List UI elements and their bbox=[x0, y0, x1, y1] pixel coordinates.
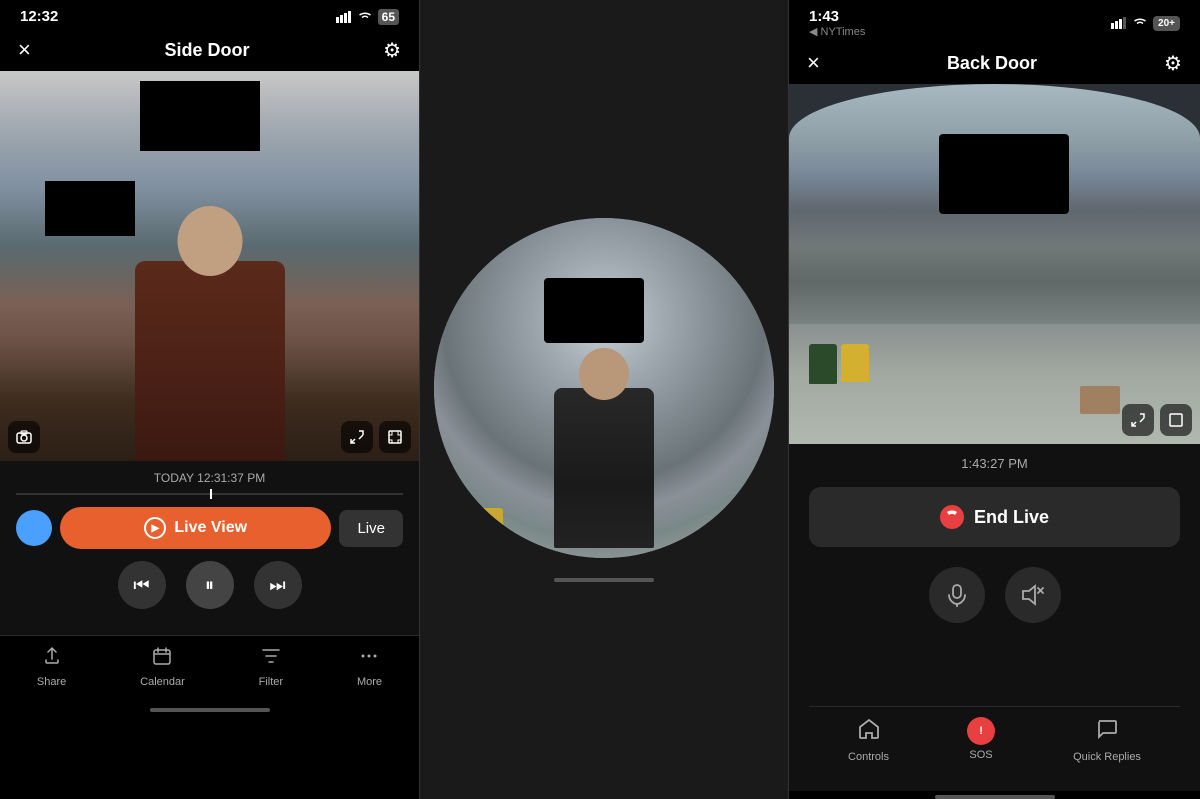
right-phone: 1:43 ◀ NYTimes 20+ × Back Door ⚙ bbox=[788, 0, 1200, 799]
overlay-right-btns bbox=[341, 421, 411, 453]
nav-controls[interactable]: Controls bbox=[848, 717, 889, 763]
fisheye-person bbox=[554, 388, 654, 548]
person-head bbox=[177, 206, 242, 276]
left-status-bar: 12:32 65 bbox=[0, 0, 419, 29]
fisheye-torso bbox=[554, 388, 654, 548]
left-time: 12:32 bbox=[20, 8, 58, 25]
right-nav-title: Back Door bbox=[947, 53, 1037, 74]
live-view-btn[interactable]: ▶ Live View bbox=[60, 507, 331, 549]
microphone-btn[interactable] bbox=[929, 567, 985, 623]
blue-indicator bbox=[16, 510, 52, 546]
end-live-label: End Live bbox=[974, 507, 1049, 528]
left-nav-title: Side Door bbox=[164, 40, 249, 61]
nav-quick-replies[interactable]: Quick Replies bbox=[1073, 717, 1141, 763]
right-expand-btn[interactable] bbox=[1122, 404, 1154, 436]
pause-btn[interactable]: ⏸ bbox=[186, 561, 234, 609]
right-status-left: 1:43 ◀ NYTimes bbox=[809, 8, 865, 38]
live-btn[interactable]: Live bbox=[339, 510, 403, 547]
chat-icon bbox=[1095, 717, 1119, 747]
right-settings-btn[interactable]: ⚙ bbox=[1164, 51, 1182, 76]
left-camera-view bbox=[0, 71, 419, 461]
privacy-box-2 bbox=[45, 181, 135, 236]
end-live-btn[interactable]: End Live bbox=[809, 487, 1180, 547]
sos-label: SOS bbox=[969, 749, 992, 761]
left-nav-bar: × Side Door ⚙ bbox=[0, 29, 419, 71]
right-timestamp: 1:43:27 PM bbox=[809, 456, 1180, 471]
fisheye-head bbox=[579, 348, 629, 400]
right-camera-view bbox=[789, 84, 1200, 444]
sos-icon: ! bbox=[967, 717, 995, 745]
nytimes-back: ◀ NYTimes bbox=[809, 25, 865, 38]
fisheye-bg bbox=[434, 218, 774, 558]
left-close-btn[interactable]: × bbox=[18, 37, 31, 63]
timestamp: TODAY 12:31:37 PM bbox=[16, 471, 403, 485]
fisheye-privacy-box bbox=[544, 278, 644, 343]
right-camera-bg bbox=[789, 84, 1200, 444]
camera-overlay bbox=[8, 421, 411, 453]
home-icon bbox=[857, 717, 881, 747]
speaker-btn[interactable] bbox=[1005, 567, 1061, 623]
prev-btn[interactable]: ⏮ bbox=[118, 561, 166, 609]
timeline-indicator bbox=[210, 489, 212, 499]
right-trash-cans bbox=[809, 344, 869, 384]
mic-controls bbox=[809, 567, 1180, 623]
right-bottom-nav: Controls ! SOS Quick Replies bbox=[809, 706, 1180, 779]
expand-btn[interactable] bbox=[341, 421, 373, 453]
right-close-btn[interactable]: × bbox=[807, 50, 820, 76]
signal-icon bbox=[336, 11, 352, 23]
calendar-icon bbox=[152, 646, 172, 672]
live-view-row: ▶ Live View Live bbox=[16, 507, 403, 549]
left-phone: 12:32 65 × Side Door ⚙ bbox=[0, 0, 420, 799]
playback-controls: ⏮ ⏸ ⏭ bbox=[16, 561, 403, 609]
left-settings-btn[interactable]: ⚙ bbox=[383, 38, 401, 63]
left-camera-bg bbox=[0, 71, 419, 461]
left-home-indicator bbox=[150, 708, 270, 712]
right-status-bar: 1:43 ◀ NYTimes 20+ bbox=[789, 0, 1200, 42]
right-wifi-icon bbox=[1132, 17, 1148, 29]
more-label: More bbox=[357, 676, 382, 688]
nav-filter[interactable]: Filter bbox=[259, 646, 283, 688]
right-home-indicator bbox=[935, 795, 1055, 799]
right-signal-icon bbox=[1111, 17, 1127, 29]
right-fullscreen-btn[interactable] bbox=[1160, 404, 1192, 436]
right-privacy-box-1 bbox=[939, 134, 1069, 214]
nav-sos[interactable]: ! SOS bbox=[967, 717, 995, 763]
play-circle-icon: ▶ bbox=[144, 517, 166, 539]
right-camera-overlay bbox=[1122, 404, 1192, 436]
right-status-icons: 20+ bbox=[1111, 16, 1180, 31]
right-battery: 20+ bbox=[1153, 16, 1180, 31]
left-bottom-nav: Share Calendar Filter bbox=[0, 635, 419, 704]
timeline-bar[interactable] bbox=[16, 493, 403, 495]
live-view-label: Live View bbox=[174, 519, 247, 537]
middle-home-indicator bbox=[554, 578, 654, 582]
privacy-box-1 bbox=[140, 81, 260, 151]
controls-label: Controls bbox=[848, 751, 889, 763]
live-label: Live bbox=[357, 520, 385, 537]
left-battery: 65 bbox=[378, 9, 399, 25]
wifi-icon bbox=[357, 11, 373, 23]
filter-label: Filter bbox=[259, 676, 283, 688]
left-bottom-controls: TODAY 12:31:37 PM ▶ Live View Live ⏮ ⏸ ⏭ bbox=[0, 461, 419, 635]
nav-calendar[interactable]: Calendar bbox=[140, 646, 185, 688]
end-call-icon bbox=[940, 505, 964, 529]
next-btn[interactable]: ⏭ bbox=[254, 561, 302, 609]
fisheye-camera bbox=[434, 218, 774, 558]
right-time: 1:43 bbox=[809, 8, 839, 25]
share-icon bbox=[42, 646, 62, 672]
quick-replies-label: Quick Replies bbox=[1073, 751, 1141, 763]
more-icon bbox=[359, 646, 379, 672]
snapshot-btn[interactable] bbox=[8, 421, 40, 453]
filter-icon bbox=[261, 646, 281, 672]
nav-share[interactable]: Share bbox=[37, 646, 66, 688]
nav-more[interactable]: More bbox=[357, 646, 382, 688]
trash-cans bbox=[454, 508, 503, 538]
package bbox=[1080, 386, 1120, 414]
fullscreen-btn[interactable] bbox=[379, 421, 411, 453]
right-nav-bar: × Back Door ⚙ bbox=[789, 42, 1200, 84]
calendar-label: Calendar bbox=[140, 676, 185, 688]
left-status-icons: 65 bbox=[336, 9, 399, 25]
middle-panel bbox=[420, 0, 788, 799]
share-label: Share bbox=[37, 676, 66, 688]
right-controls: 1:43:27 PM End Live bbox=[789, 444, 1200, 791]
